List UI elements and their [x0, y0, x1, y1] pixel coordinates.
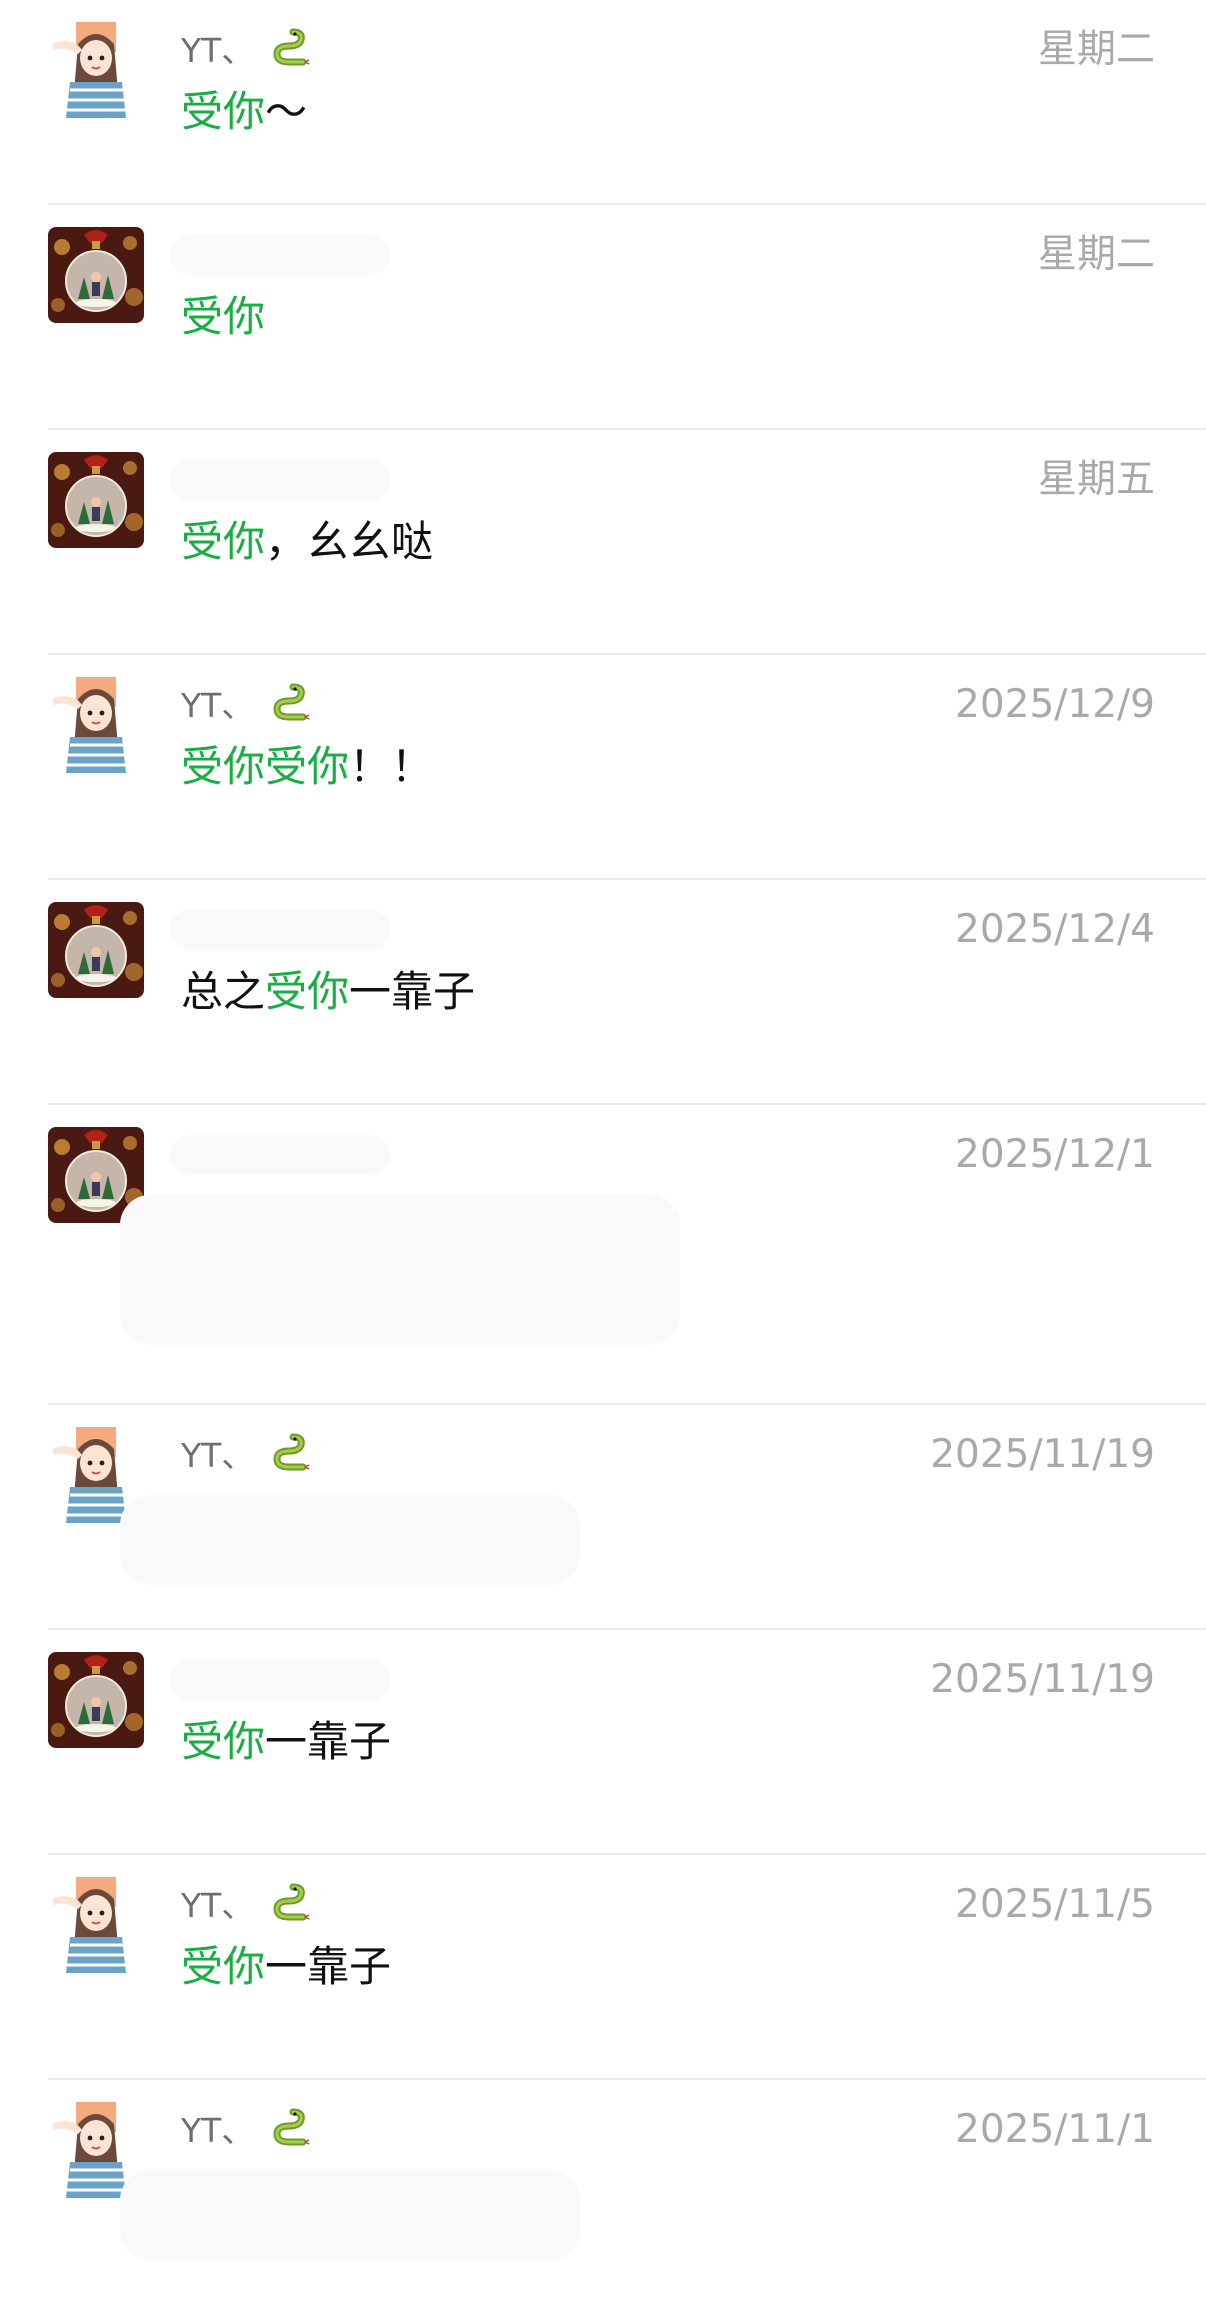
- message-date: 2025/12/9: [955, 682, 1155, 727]
- search-results-list: YT、 星期二 受你～ 星期二 受你 星期五 受你，幺幺哒 YT、 2025/12/9…: [0, 0, 1206, 2305]
- message-preview: 受你一靠子: [181, 1937, 391, 1997]
- message-text: ～: [265, 87, 308, 136]
- avatar-ornament[interactable]: [48, 452, 144, 548]
- contact-name-text: YT、: [181, 2111, 255, 2150]
- keyword-highlight: 受你: [181, 1942, 266, 1991]
- redacted-name: [170, 1135, 390, 1175]
- keyword-highlight: 受你: [181, 87, 266, 136]
- message-text: 一靠子: [265, 1717, 392, 1766]
- message-date: 2025/11/19: [930, 1657, 1155, 1702]
- snake-emoji-icon: [254, 2108, 311, 2150]
- message-date: 2025/11/19: [930, 1432, 1155, 1477]
- message-text: ！！: [349, 742, 434, 791]
- conversation-row[interactable]: YT、 2025/11/1: [0, 2080, 1206, 2305]
- contact-name-text: YT、: [181, 1436, 255, 1475]
- message-preview: 受你受你！！: [181, 737, 433, 797]
- message-preview: 受你～: [181, 82, 307, 142]
- conversation-row[interactable]: 2025/12/1: [0, 1105, 1206, 1405]
- message-text: 总之: [181, 967, 266, 1016]
- message-preview: 受你: [181, 287, 265, 347]
- message-text: 一靠子: [349, 967, 476, 1016]
- conversation-row[interactable]: 星期二受你: [0, 205, 1206, 430]
- contact-name-text: YT、: [181, 1886, 255, 1925]
- redacted-name: [170, 1660, 390, 1700]
- keyword-highlight: 受你受你: [181, 742, 350, 791]
- contact-name: YT、: [181, 1881, 311, 1930]
- snake-emoji-icon: [254, 683, 311, 725]
- avatar-girl[interactable]: [48, 22, 144, 118]
- snake-emoji-icon: [254, 28, 311, 70]
- contact-name: YT、: [181, 681, 311, 730]
- message-date: 星期二: [1037, 232, 1155, 277]
- snake-emoji-icon: [254, 1883, 311, 1925]
- redacted-message: [120, 1195, 680, 1345]
- redacted-name: [170, 460, 390, 500]
- conversation-row[interactable]: YT、 2025/12/9 受你受你！！: [0, 655, 1206, 880]
- conversation-row[interactable]: 2025/12/4 总之受你一靠子: [0, 880, 1206, 1105]
- message-preview: 受你一靠子: [181, 1712, 391, 1772]
- keyword-highlight: 受你: [265, 967, 350, 1016]
- message-date: 星期二: [1037, 27, 1155, 72]
- message-date: 2025/12/4: [955, 907, 1155, 952]
- contact-name-text: YT、: [181, 686, 255, 725]
- conversation-row[interactable]: YT、 2025/11/19: [0, 1405, 1206, 1630]
- conversation-row[interactable]: 星期五受你，幺幺哒: [0, 430, 1206, 655]
- redacted-message: [120, 1495, 580, 1585]
- conversation-row[interactable]: 2025/11/19 受你一靠子: [0, 1630, 1206, 1855]
- conversation-row[interactable]: YT、 2025/11/5 受你一靠子: [0, 1855, 1206, 2080]
- contact-name-text: YT、: [181, 31, 255, 70]
- message-preview: 总之受你一靠子: [181, 962, 475, 1022]
- avatar-ornament[interactable]: [48, 227, 144, 323]
- avatar-girl[interactable]: [48, 1877, 144, 1973]
- message-date: 2025/11/5: [955, 1882, 1155, 1927]
- redacted-name: [170, 910, 390, 950]
- message-text: ，幺幺哒: [265, 517, 434, 566]
- keyword-highlight: 受你: [181, 517, 266, 566]
- message-date: 2025/12/1: [955, 1132, 1155, 1177]
- contact-name: YT、: [181, 1431, 311, 1480]
- message-text: 一靠子: [265, 1942, 392, 1991]
- message-preview: 受你，幺幺哒: [181, 512, 433, 572]
- keyword-highlight: 受你: [181, 292, 266, 341]
- redacted-name: [170, 235, 390, 275]
- message-date: 2025/11/1: [955, 2107, 1155, 2152]
- keyword-highlight: 受你: [181, 1717, 266, 1766]
- conversation-row[interactable]: YT、 星期二受你～: [0, 0, 1206, 205]
- avatar-ornament[interactable]: [48, 902, 144, 998]
- avatar-ornament[interactable]: [48, 1652, 144, 1748]
- snake-emoji-icon: [254, 1433, 311, 1475]
- contact-name: YT、: [181, 26, 311, 75]
- avatar-girl[interactable]: [48, 677, 144, 773]
- contact-name: YT、: [181, 2106, 311, 2155]
- message-date: 星期五: [1037, 457, 1155, 502]
